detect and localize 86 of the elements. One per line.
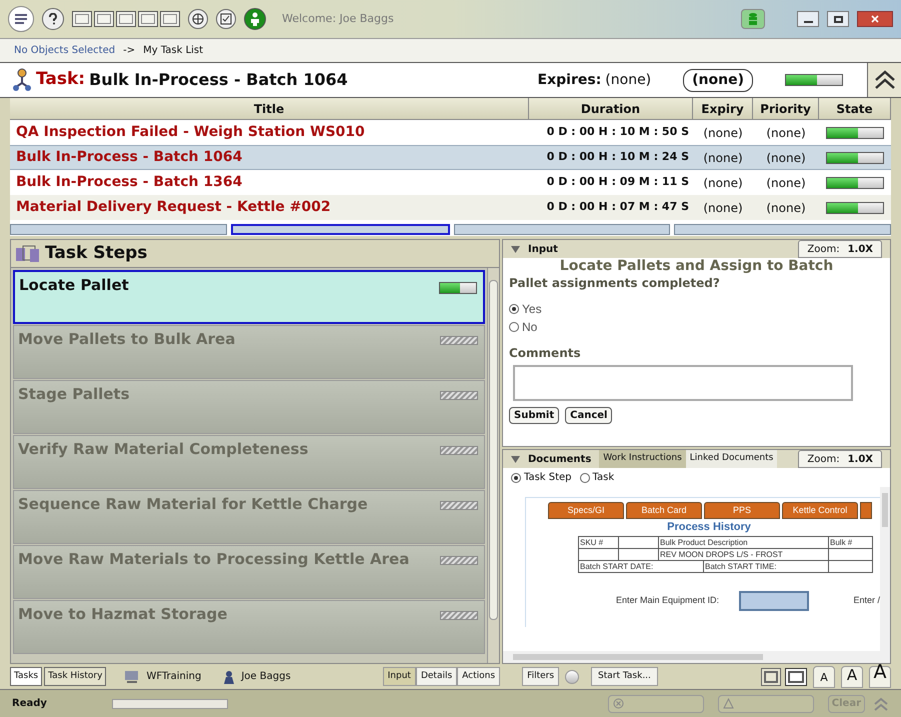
column-header[interactable]: Title xyxy=(10,98,529,119)
zoom-value: 1.0X xyxy=(848,452,873,466)
task-priority: (none) xyxy=(765,124,807,142)
step-label: Verify Raw Material Completeness xyxy=(18,439,310,460)
task-expiry: (none) xyxy=(702,200,744,216)
document-tab-button[interactable]: Kettle Control xyxy=(782,502,858,519)
task-title: Material Delivery Request - Kettle #002 xyxy=(15,198,332,217)
zoom-label: Zoom: xyxy=(807,242,840,256)
step-label: Locate Pallet xyxy=(19,275,130,296)
start-task-button[interactable]: Start Task... xyxy=(591,666,658,686)
welcome-text: Welcome: Joe Baggs xyxy=(282,10,394,27)
column-header[interactable]: Priority xyxy=(753,98,819,119)
expires-label: Expires: xyxy=(538,70,602,90)
task-duration: 0 D : 00 H : 07 M : 47 S xyxy=(546,199,690,216)
form-button[interactable]: Cancel xyxy=(565,407,612,424)
task-priority: (none) xyxy=(765,150,807,166)
task-label: Task: xyxy=(36,68,86,92)
bottom-tab[interactable]: Tasks xyxy=(10,666,42,686)
status-text: Ready xyxy=(12,697,48,711)
column-header[interactable]: Expiry xyxy=(693,98,753,119)
document-cell: Batch START DATE: xyxy=(579,560,704,572)
step-label: Stage Pallets xyxy=(18,384,130,405)
breadcrumb-separator: -> xyxy=(123,44,136,58)
radio-label: Task Step xyxy=(524,471,572,485)
expires-value: (none) xyxy=(605,70,652,90)
document-tab[interactable]: Work Instructions xyxy=(599,450,686,468)
document-cell: Bulk Product Description xyxy=(659,538,748,546)
question-text: Pallet assignments completed? xyxy=(508,275,721,292)
panel-title: Documents xyxy=(528,452,592,466)
document-tab-button[interactable]: PPS xyxy=(704,502,780,519)
document-tab-button[interactable]: Specs/GI xyxy=(548,502,624,519)
task-duration: 0 D : 00 H : 09 M : 11 S xyxy=(546,174,690,190)
zoom-label: Zoom: xyxy=(807,452,840,466)
zoom-control[interactable]: Zoom: 1.0X xyxy=(798,450,882,468)
step-label: Move Raw Materials to Processing Kettle Area xyxy=(18,549,410,570)
form-title: Locate Pallets and Assign to Batch xyxy=(558,258,834,274)
task-expiry: (none) xyxy=(702,150,744,166)
radio-label: No xyxy=(522,319,538,336)
task-duration: 0 D : 00 H : 10 M : 50 S xyxy=(546,124,690,140)
task-row[interactable]: Material Delivery Request - Kettle #002 0 D : 00 H : 07 M : 47 S (none) (none) xyxy=(10,195,891,220)
document-cell: SKU # xyxy=(579,538,604,546)
view-tab[interactable]: Input xyxy=(382,666,416,686)
step-item[interactable]: Locate Pallet xyxy=(13,270,485,324)
document-cell: REV MOON DROPS L/S - FROST xyxy=(659,550,783,558)
font-size-button[interactable]: A xyxy=(869,666,891,688)
panel-title: Input xyxy=(528,242,558,256)
task-name: Bulk In-Process - Batch 1064 xyxy=(89,69,348,91)
document-cell: Bulk # xyxy=(829,538,852,546)
bottom-tab[interactable]: Task History xyxy=(44,666,106,686)
radio-label: Yes xyxy=(522,301,542,318)
view-tab[interactable]: Actions xyxy=(457,666,500,686)
zoom-value: 1.0X xyxy=(848,242,873,256)
comments-label: Comments xyxy=(508,345,582,362)
panel-title: Task Steps xyxy=(45,242,148,265)
task-priority: (none) xyxy=(765,200,807,216)
equipment-label: Enter / xyxy=(853,594,880,607)
priority-badge: (none) xyxy=(683,68,753,92)
view-tab[interactable]: Details xyxy=(416,666,458,686)
document-tab[interactable]: Linked Documents xyxy=(686,450,778,468)
column-header[interactable]: State xyxy=(819,98,891,119)
form-button[interactable]: Submit xyxy=(509,407,560,424)
step-label: Move Pallets to Bulk Area xyxy=(18,329,236,350)
task-title: Bulk In-Process - Batch 1064 xyxy=(15,148,244,167)
font-size-button[interactable]: A xyxy=(841,666,863,688)
zoom-control[interactable]: Zoom: 1.0X xyxy=(798,240,882,258)
user-name: Joe Baggs xyxy=(241,670,291,684)
document-heading: Process History xyxy=(666,520,752,535)
font-size-button[interactable]: A xyxy=(813,666,835,688)
task-priority: (none) xyxy=(765,174,807,192)
document-cell: Batch START TIME: xyxy=(704,560,829,572)
task-row[interactable]: Bulk In-Process - Batch 1064 0 D : 00 H : 10 M : 24 S (none) (none) xyxy=(10,145,891,170)
equipment-label: Enter Main Equipment ID: xyxy=(616,594,720,607)
step-label: Move to Hazmat Storage xyxy=(18,604,228,625)
breadcrumb-link[interactable]: No Objects Selected xyxy=(14,43,116,58)
breadcrumb-current: My Task List xyxy=(143,44,204,58)
step-label: Sequence Raw Material for Kettle Charge xyxy=(18,494,369,515)
task-title: Bulk In-Process - Batch 1364 xyxy=(15,173,244,192)
document-tab-button[interactable]: Batch Card xyxy=(626,502,702,519)
task-expiry: (none) xyxy=(702,174,744,192)
station-name: WFTraining xyxy=(146,670,202,684)
filters-button[interactable]: Filters xyxy=(522,666,560,686)
radio-label: Task xyxy=(592,471,614,485)
column-header[interactable]: Duration xyxy=(529,98,693,119)
task-title: QA Inspection Failed - Weigh Station WS010 xyxy=(15,123,366,142)
task-duration: 0 D : 00 H : 10 M : 24 S xyxy=(546,149,690,166)
task-expiry: (none) xyxy=(702,124,744,142)
